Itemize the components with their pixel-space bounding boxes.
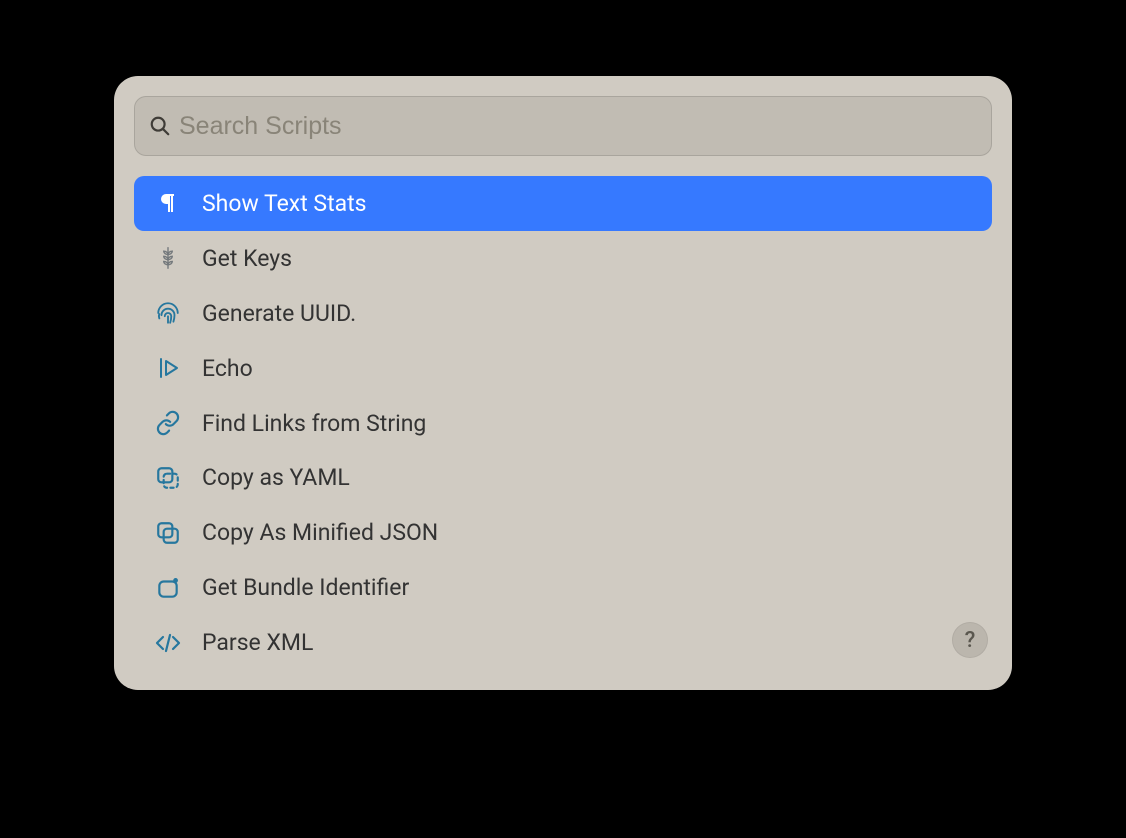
list-item-label: Show Text Stats — [202, 190, 367, 217]
list-item[interactable]: Get Keys — [134, 231, 992, 286]
search-field-container[interactable] — [134, 96, 992, 156]
copy-dashed-icon — [154, 464, 182, 492]
list-item-label: Find Links from String — [202, 410, 426, 437]
list-item[interactable]: Show Text Stats — [134, 176, 992, 231]
list-item-label: Copy As Minified JSON — [202, 519, 438, 546]
wheat-icon — [154, 244, 182, 272]
list-item[interactable]: Echo — [134, 341, 992, 396]
link-icon — [154, 409, 182, 437]
list-item[interactable]: Parse XML — [134, 615, 992, 670]
box-dot-icon — [154, 574, 182, 602]
help-button-label: ? — [965, 628, 976, 653]
list-item-label: Copy as YAML — [202, 464, 350, 491]
search-icon — [149, 115, 171, 137]
list-item[interactable]: Get Bundle Identifier — [134, 560, 992, 615]
list-item-label: Get Bundle Identifier — [202, 574, 409, 601]
list-item[interactable]: Generate UUID. — [134, 286, 992, 341]
list-item[interactable]: Copy As Minified JSON — [134, 505, 992, 560]
list-item[interactable]: Copy as YAML — [134, 450, 992, 505]
list-item[interactable]: Find Links from String — [134, 396, 992, 451]
code-icon — [154, 629, 182, 657]
help-button[interactable]: ? — [952, 622, 988, 658]
list-item-label: Echo — [202, 355, 253, 382]
list-item-label: Parse XML — [202, 629, 313, 656]
script-picker-panel: Show Text Stats Get Keys — [114, 76, 1012, 690]
copy-solid-icon — [154, 519, 182, 547]
search-input[interactable] — [179, 112, 977, 141]
list-item-label: Generate UUID. — [202, 300, 356, 327]
script-list: Show Text Stats Get Keys — [134, 176, 992, 670]
play-icon — [154, 354, 182, 382]
list-item-label: Get Keys — [202, 245, 292, 272]
pilcrow-icon — [154, 189, 182, 217]
fingerprint-icon — [154, 299, 182, 327]
